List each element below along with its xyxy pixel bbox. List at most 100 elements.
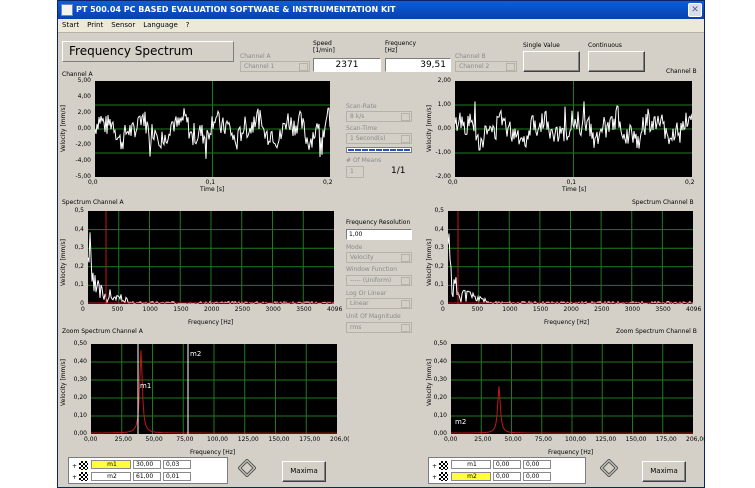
app-icon [61, 4, 73, 16]
spec-plot-a-xlabel: Frequency [Hz] [188, 319, 234, 326]
progress-segment [362, 149, 368, 151]
x-tick-label: 75,00 [176, 436, 194, 443]
spectrum-b-section-label: Spectrum Channel B [632, 199, 694, 206]
channel-a-select[interactable]: Channel 1 [240, 61, 310, 72]
cursor-b-m1-name[interactable]: m1 [451, 460, 491, 469]
speed-value: 2371 [313, 58, 381, 72]
x-tick-label: 150,00 [268, 436, 290, 443]
menu-language[interactable]: Language [139, 19, 182, 32]
x-tick-label: 0,0 [448, 179, 458, 186]
zoom-plot-a: m1 m2 [91, 344, 337, 434]
chevron-down-icon [401, 300, 410, 308]
y-tick-label: 0,1 [434, 281, 444, 289]
freq-res-label: Frequency Resolution [346, 219, 411, 226]
panel-title: Frequency Spectrum [62, 41, 234, 62]
freq-res-value: 1,00 [346, 229, 412, 240]
cursor-move-control-b[interactable] [599, 458, 619, 478]
menu-start[interactable]: Start [58, 19, 83, 32]
maxima-button-b[interactable]: Maxima [642, 461, 686, 482]
x-tick-label: 4096 [686, 306, 702, 313]
single-value-label: Single Value [523, 42, 560, 49]
cursor-label: m2 [455, 418, 466, 426]
spectrum-plot-a [88, 211, 334, 304]
window-function-select[interactable]: ----- (Uniform) [346, 275, 412, 286]
x-tick-label: 150,00 [625, 436, 647, 443]
channel-b-select[interactable]: Channel 2 [455, 61, 517, 72]
y-tick-label: 2,00 [437, 77, 451, 84]
zoom-plot-b-ylabel: Velocity [mm/s] [426, 359, 433, 406]
scan-rate-value: 8 k/s [350, 113, 365, 120]
y-tick-label: 0,50 [73, 340, 87, 347]
cursor-style-icon[interactable] [79, 472, 88, 481]
scan-rate-label: Scan-Rate [346, 103, 377, 110]
spec-plot-a-ylabel: Velocity [mm/s] [60, 239, 67, 286]
x-tick-label: 4096 [327, 306, 343, 313]
cursor-move-control-a[interactable] [237, 458, 257, 478]
means-value: 1 [350, 168, 354, 175]
time-plot-b-xlabel: Time [s] [562, 186, 587, 193]
progress-segment [397, 149, 403, 151]
main-window: PT 500.04 PC BASED EVALUATION SOFTWARE &… [57, 0, 706, 488]
x-tick-label: 100,00 [207, 436, 228, 443]
menu-print[interactable]: Print [83, 19, 107, 32]
chevron-down-icon [401, 254, 410, 262]
cursor-a-m1-name[interactable]: m1 [91, 460, 131, 469]
y-tick-label: -5,00 [75, 173, 91, 180]
progress-segment [376, 149, 382, 151]
x-tick-label: 0,2 [685, 179, 695, 186]
zoom-plot-a-xlabel: Frequency [Hz] [190, 449, 236, 456]
unit-value: rms [350, 324, 362, 331]
cursor-style-icon[interactable] [439, 472, 448, 481]
cursor-expand-icon[interactable]: + [432, 463, 437, 470]
cursor-expand-icon[interactable]: + [72, 474, 77, 481]
means-input[interactable]: 1 [346, 166, 364, 178]
scan-time-select[interactable]: 1 Second(s) [346, 133, 412, 144]
single-value-button[interactable] [523, 51, 580, 72]
cursor-a-m2-name[interactable]: m2 [91, 472, 131, 481]
close-button[interactable]: ✕ [688, 3, 702, 17]
menu-help[interactable]: ? [182, 19, 194, 32]
time-plot-b-ylabel: Velocity [mm/s] [426, 105, 433, 152]
y-tick-label: 0,2 [74, 262, 84, 270]
y-tick-label: 0,00 [433, 430, 447, 437]
scan-rate-select[interactable]: 8 k/s [346, 111, 412, 122]
frequency-unit: [Hz] [385, 47, 398, 54]
menu-sensor[interactable]: Sensor [107, 19, 139, 32]
y-tick-label: 0,30 [73, 376, 87, 383]
cursor-expand-icon[interactable]: + [72, 463, 77, 470]
scan-progress-bar [346, 147, 412, 153]
cursor-a-m1-y: 0,03 [163, 460, 191, 469]
log-linear-label: Log Or Linear [346, 290, 387, 297]
zoom-plot-b-xlabel: Frequency [Hz] [548, 449, 594, 456]
cursor-style-icon[interactable] [79, 461, 88, 470]
x-tick-label: 175,00 [655, 436, 677, 443]
chevron-down-icon [299, 63, 308, 71]
zoom-plot-a-ylabel: Velocity [mm/s] [60, 359, 67, 406]
cursor-b-m1-y: 0,00 [523, 460, 551, 469]
log-linear-select[interactable]: Linear [346, 298, 412, 309]
cursor-table-a: + + m1 30,00 0,03 m2 61,00 0,01 [68, 457, 228, 484]
y-tick-label: 0,4 [434, 225, 444, 233]
x-tick-label: 1500 [532, 306, 549, 313]
y-tick-label: 0,1 [74, 281, 84, 289]
cursor-b-m2-name[interactable]: m2 [451, 472, 491, 481]
continuous-button[interactable] [588, 51, 645, 72]
x-tick-label: 0,0 [88, 179, 98, 186]
scan-time-value: 1 Second(s) [350, 135, 386, 142]
cursor-expand-icon[interactable]: + [432, 474, 437, 481]
x-tick-label: 100,00 [565, 436, 586, 443]
y-tick-label: -4,00 [75, 157, 91, 164]
cursor-a-m2-y: 0,01 [163, 472, 191, 481]
cursor-style-icon[interactable] [439, 461, 448, 470]
y-tick-label: 0,10 [433, 412, 447, 419]
y-tick-label: 0,2 [434, 262, 444, 270]
mode-select[interactable]: Velocity [346, 252, 412, 263]
zoom-plot-b: m2 [451, 344, 693, 434]
unit-select[interactable]: rms [346, 322, 412, 333]
x-tick-label: 25,00 [114, 436, 132, 443]
channel-a-value: Channel 1 [244, 63, 275, 70]
progress-segment [355, 149, 361, 151]
maxima-button-a[interactable]: Maxima [282, 461, 326, 482]
channel-b-label: Channel B [455, 53, 486, 60]
spec-plot-b-ylabel: Velocity [mm/s] [426, 239, 433, 286]
